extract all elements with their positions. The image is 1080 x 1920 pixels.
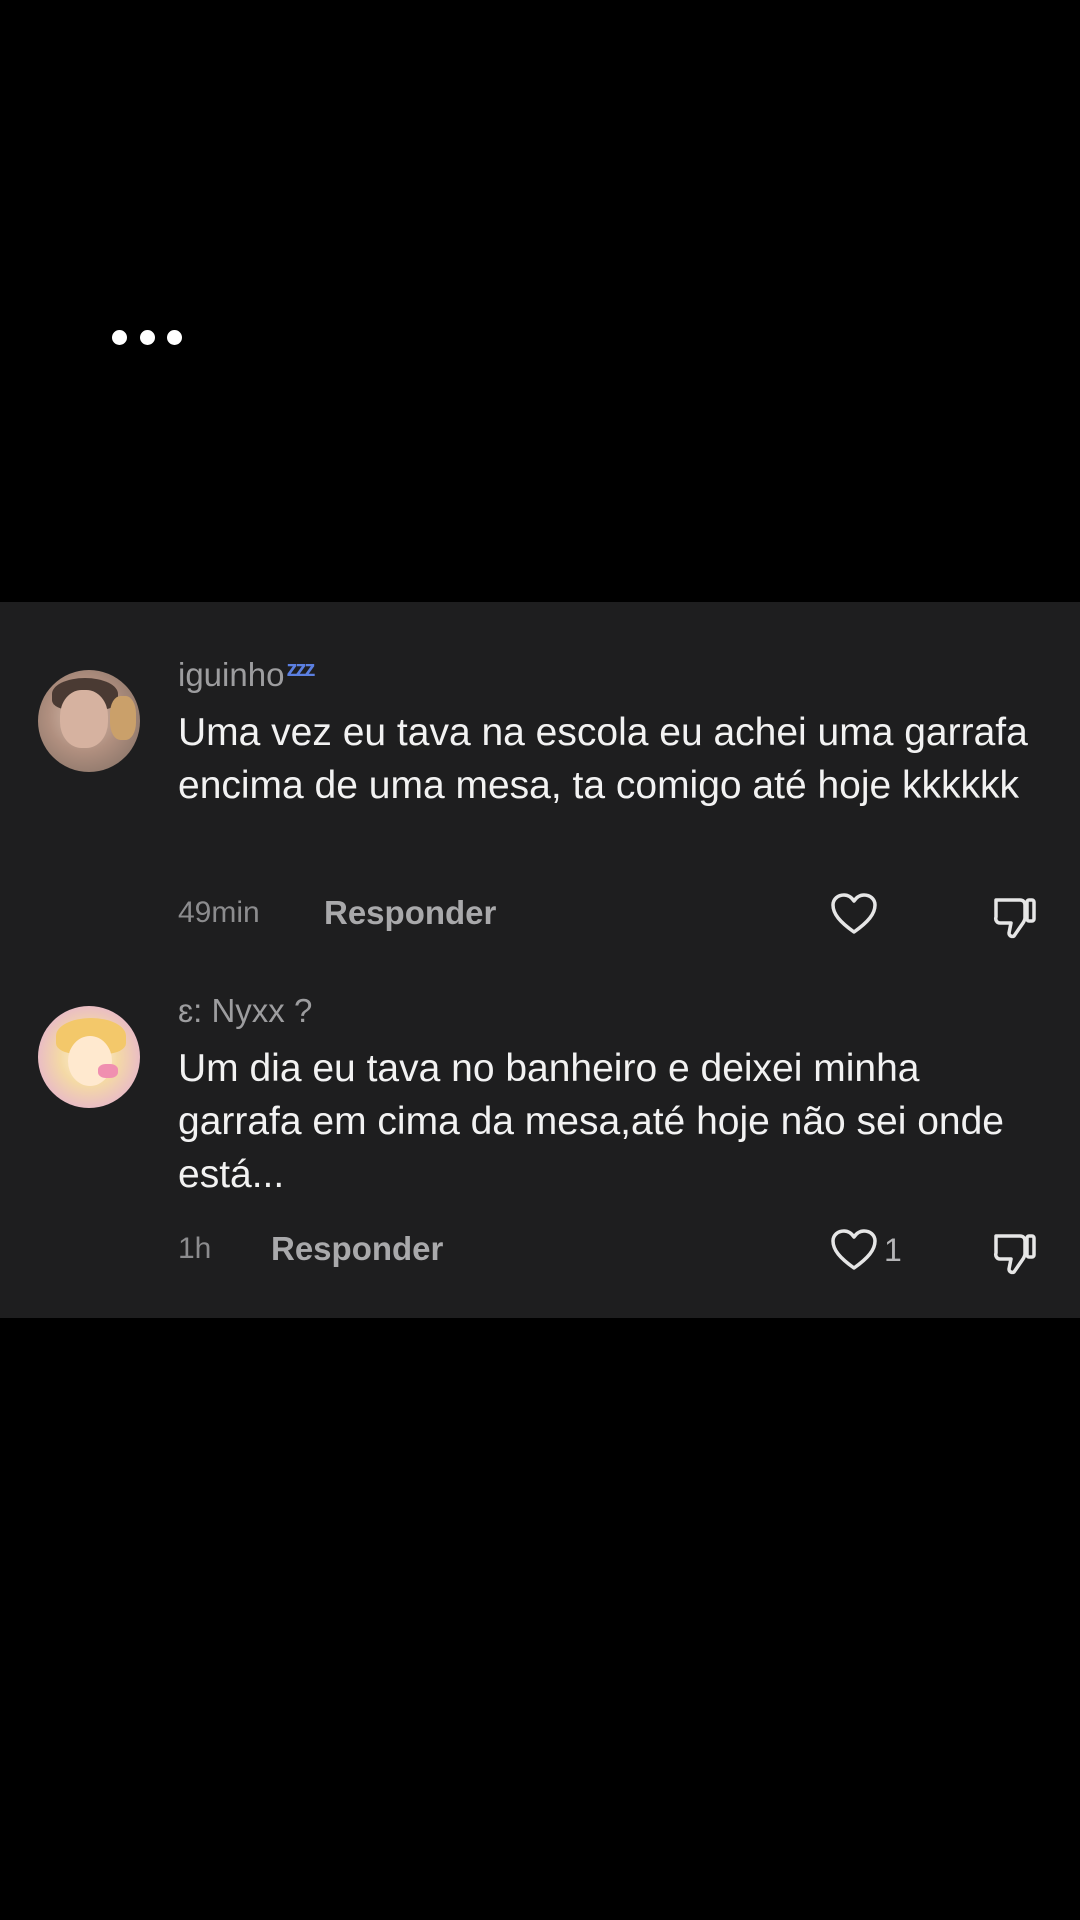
comment-timestamp: 1h bbox=[178, 1232, 212, 1265]
zzz-icon: zzz bbox=[286, 656, 315, 681]
comment-username[interactable]: iguinho zzz bbox=[178, 656, 315, 694]
more-dot-icon bbox=[139, 329, 155, 345]
more-dot-icon bbox=[112, 329, 127, 345]
comment-username[interactable]: ɛ: Nyxx ? bbox=[178, 992, 312, 1030]
username-text: ɛ: Nyxx ? bbox=[178, 992, 313, 1029]
dislike-button[interactable] bbox=[990, 1228, 1038, 1276]
thumbs-down-icon bbox=[994, 898, 1036, 939]
like-button[interactable]: 1 bbox=[830, 1228, 902, 1272]
comment-timestamp: 49min bbox=[178, 896, 260, 929]
reply-button[interactable]: Responder bbox=[271, 1230, 443, 1268]
comment-text: Um dia eu tava no banheiro e deixei minh… bbox=[178, 1047, 1004, 1196]
comment-text: Uma vez eu tava na escola eu achei uma g… bbox=[178, 711, 1028, 807]
reply-button[interactable]: Responder bbox=[324, 894, 496, 932]
comments-panel: iguinho zzz Uma vez eu tava na escola eu… bbox=[0, 602, 1080, 1318]
comment-actions: 1h Responder 1 bbox=[178, 1228, 1048, 1275]
thumbs-down-icon bbox=[994, 1234, 1036, 1275]
like-button[interactable] bbox=[830, 892, 884, 936]
avatar[interactable] bbox=[38, 1006, 140, 1108]
heart-outline-icon bbox=[831, 1229, 877, 1270]
like-count: 1 bbox=[884, 1231, 902, 1268]
dislike-button[interactable] bbox=[990, 892, 1038, 940]
username-text: iguinho bbox=[178, 656, 285, 693]
more-dot-icon bbox=[167, 329, 182, 345]
comment-actions: 49min Responder bbox=[178, 892, 1048, 939]
avatar[interactable] bbox=[38, 670, 140, 772]
video-area bbox=[0, 0, 1080, 602]
more-options-button[interactable] bbox=[112, 318, 182, 356]
heart-outline-icon bbox=[831, 893, 877, 934]
bottom-area bbox=[0, 1318, 1080, 1920]
